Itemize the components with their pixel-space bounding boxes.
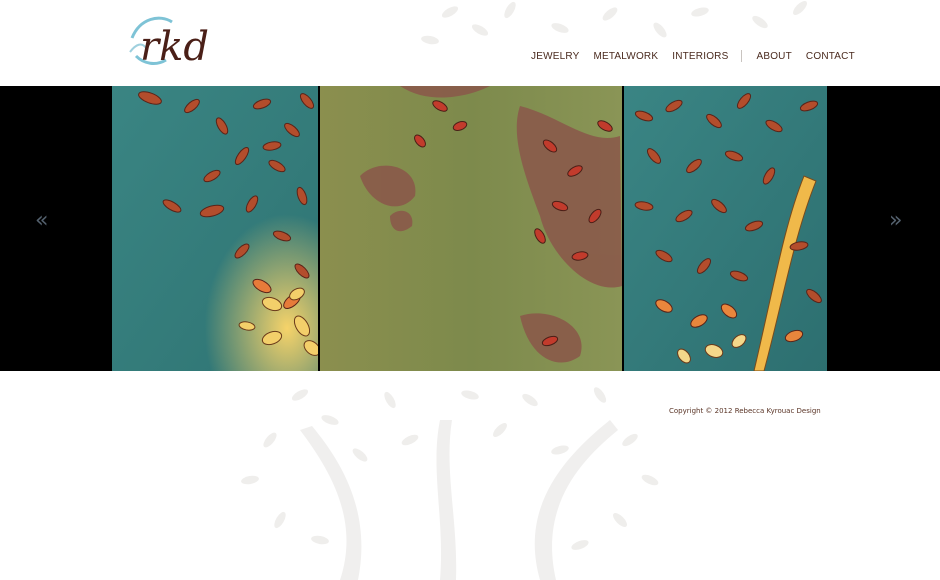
prev-arrow-icon[interactable]: « (35, 210, 48, 232)
slide-image-center (320, 86, 622, 371)
slide-image-right (624, 86, 827, 371)
nav-about[interactable]: ABOUT (756, 51, 791, 62)
next-arrow-icon[interactable]: » (889, 210, 902, 232)
nav-jewelry[interactable]: JEWELRY (531, 51, 579, 62)
svg-text:rkd: rkd (140, 24, 209, 70)
nav-divider (741, 50, 743, 62)
site-header: rkd JEWELRY METALWORK INTERIORS ABOUT CO… (0, 0, 940, 86)
slide-image-left (112, 86, 318, 371)
nav-interiors[interactable]: INTERIORS (672, 51, 728, 62)
nav-metalwork[interactable]: METALWORK (593, 51, 658, 62)
nav-contact[interactable]: CONTACT (806, 51, 855, 62)
image-slider: « » (0, 86, 940, 371)
copyright-text: Copyright © 2012 Rebecca Kyrouac Design (669, 407, 821, 415)
rkd-logo[interactable]: rkd (126, 8, 210, 78)
main-nav: JEWELRY METALWORK INTERIORS ABOUT CONTAC… (531, 48, 855, 64)
